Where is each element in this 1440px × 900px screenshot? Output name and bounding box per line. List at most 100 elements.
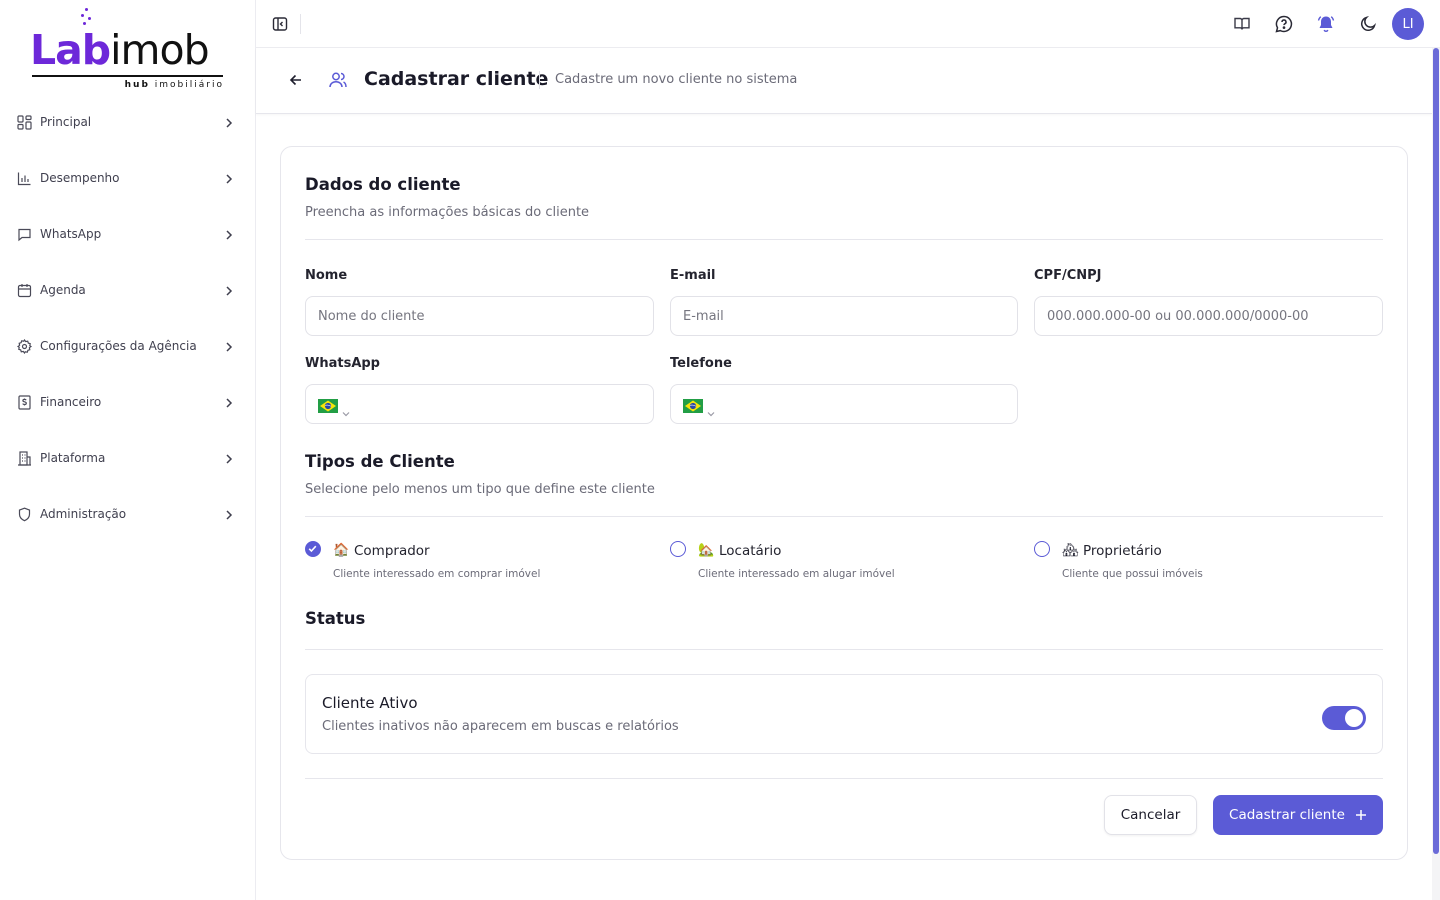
chevron-down-icon[interactable] [342, 402, 350, 417]
client-form-card: Dados do cliente Preencha as informações… [280, 146, 1408, 860]
sidebar-item-financeiro[interactable]: Financeiro [0, 374, 256, 430]
help-chat-icon[interactable] [1274, 14, 1294, 34]
sidebar-item-label: Financeiro [40, 395, 102, 409]
client-type-comprador[interactable]: 🏠 Comprador Cliente interessado em compr… [305, 541, 635, 591]
plus-icon [1355, 809, 1367, 821]
sidebar-item-label: Configurações da Agência [40, 339, 197, 353]
telefone-label: Telefone [670, 356, 732, 371]
chevron-right-icon [224, 283, 234, 297]
sidebar-item-label: Agenda [40, 283, 86, 297]
page-header: Cadastrar cliente Cadastre um novo clien… [256, 48, 1432, 114]
client-type-description: Cliente que possui imóveis [1062, 568, 1203, 580]
whatsapp-label: WhatsApp [305, 356, 380, 371]
section-title-client: Dados do cliente [305, 175, 461, 194]
email-label: E-mail [670, 268, 716, 283]
radio-unchecked[interactable] [670, 541, 686, 557]
divider [305, 239, 1383, 240]
message-icon [17, 227, 32, 242]
shield-icon [17, 507, 32, 522]
divider [305, 516, 1383, 517]
sidebar-item-whatsapp[interactable]: WhatsApp [0, 206, 256, 262]
page-scrollbar[interactable] [1432, 48, 1440, 900]
logo-underline [32, 75, 223, 77]
sidebar-item-agenda[interactable]: Agenda [0, 262, 256, 318]
labimob-logo[interactable]: Labimob hub imobiliário [30, 6, 226, 94]
sidebar-item-label: WhatsApp [40, 227, 102, 241]
name-input[interactable] [305, 296, 654, 336]
dollar-file-icon [17, 394, 32, 410]
name-label: Nome [305, 268, 348, 283]
scrollbar-thumb[interactable] [1433, 48, 1439, 854]
client-type-label: Comprador [354, 543, 430, 559]
top-bar: LI [256, 0, 1440, 48]
bar-chart-icon [17, 171, 32, 186]
client-type-locatario[interactable]: 🏡 Locatário Cliente interessado em aluga… [670, 541, 1000, 591]
chevron-down-icon[interactable] [707, 402, 715, 417]
client-type-proprietario[interactable]: 🏘 Proprietário Cliente que possui imóvei… [1034, 541, 1364, 591]
submit-button[interactable]: Cadastrar cliente [1213, 795, 1383, 835]
status-description: Clientes inativos não aparecem em buscas… [322, 719, 679, 734]
sidebar-item-configuracoes[interactable]: Configurações da Agência [0, 318, 256, 374]
submit-button-label: Cadastrar cliente [1229, 807, 1345, 823]
users-icon [328, 70, 348, 90]
sidebar-item-label: Plataforma [40, 451, 106, 465]
toggle-knob [1345, 709, 1363, 727]
topbar-actions: LI [1210, 8, 1424, 40]
grid-icon [17, 114, 32, 130]
sidebar-item-label: Principal [40, 115, 92, 129]
gear-icon [17, 338, 32, 354]
client-type-description: Cliente interessado em alugar imóvel [698, 568, 895, 580]
chevron-right-icon [224, 171, 234, 185]
cpf-cnpj-input[interactable] [1034, 296, 1383, 336]
calendar-icon [17, 283, 32, 298]
chevron-right-icon [224, 507, 234, 521]
bell-icon[interactable] [1316, 14, 1336, 34]
avatar[interactable]: LI [1392, 8, 1424, 40]
sidebar-item-label: Administração [40, 507, 127, 521]
client-type-description: Cliente interessado em comprar imóvel [333, 568, 541, 580]
radio-unchecked[interactable] [1034, 541, 1050, 557]
house-icon: 🏠 [333, 543, 350, 558]
page-title: Cadastrar cliente [364, 68, 549, 90]
logo-word: Labimob [30, 26, 210, 74]
moon-icon[interactable] [1358, 14, 1378, 34]
arrow-left-icon[interactable] [288, 72, 304, 88]
chevron-right-icon [224, 115, 234, 129]
logo-tagline: hub imobiliário [124, 80, 224, 90]
header-divider [539, 71, 540, 89]
sidebar-item-administracao[interactable]: Administração [0, 486, 256, 542]
chevron-right-icon [224, 451, 234, 465]
page-subtitle: Cadastre um novo cliente no sistema [555, 72, 798, 87]
section-title-types: Tipos de Cliente [305, 452, 455, 471]
sidebar-item-label: Desempenho [40, 171, 120, 185]
radio-checked[interactable] [305, 541, 321, 557]
client-type-label: Proprietário [1083, 543, 1162, 559]
brazil-flag-icon[interactable] [318, 398, 338, 413]
sidebar-toggle-icon[interactable] [272, 16, 288, 32]
cancel-button[interactable]: Cancelar [1104, 795, 1197, 835]
chevron-right-icon [224, 339, 234, 353]
book-icon[interactable] [1232, 14, 1252, 34]
cpf-cnpj-label: CPF/CNPJ [1034, 268, 1102, 283]
active-toggle[interactable] [1322, 706, 1366, 730]
section-subtitle-types: Selecione pelo menos um tipo que define … [305, 482, 655, 497]
section-title-status: Status [305, 609, 366, 628]
sidebar: Labimob hub imobiliário Principal Desemp… [0, 0, 256, 900]
telefone-phone-input[interactable] [670, 384, 1018, 424]
status-panel: Cliente Ativo Clientes inativos não apar… [305, 674, 1383, 754]
status-title: Cliente Ativo [322, 694, 418, 712]
whatsapp-phone-input[interactable] [305, 384, 654, 424]
section-subtitle-client: Preencha as informações básicas do clien… [305, 205, 590, 220]
houses-icon: 🏘 [1062, 543, 1079, 558]
sidebar-item-plataforma[interactable]: Plataforma [0, 430, 256, 486]
building-icon [17, 450, 32, 466]
chevron-right-icon [224, 395, 234, 409]
sidebar-item-principal[interactable]: Principal [0, 94, 256, 150]
client-type-label: Locatário [719, 543, 782, 559]
chevron-right-icon [224, 227, 234, 241]
email-input[interactable] [670, 296, 1018, 336]
topbar-separator [300, 14, 301, 34]
sidebar-item-desempenho[interactable]: Desempenho [0, 150, 256, 206]
brazil-flag-icon[interactable] [683, 398, 703, 413]
divider [305, 778, 1383, 779]
